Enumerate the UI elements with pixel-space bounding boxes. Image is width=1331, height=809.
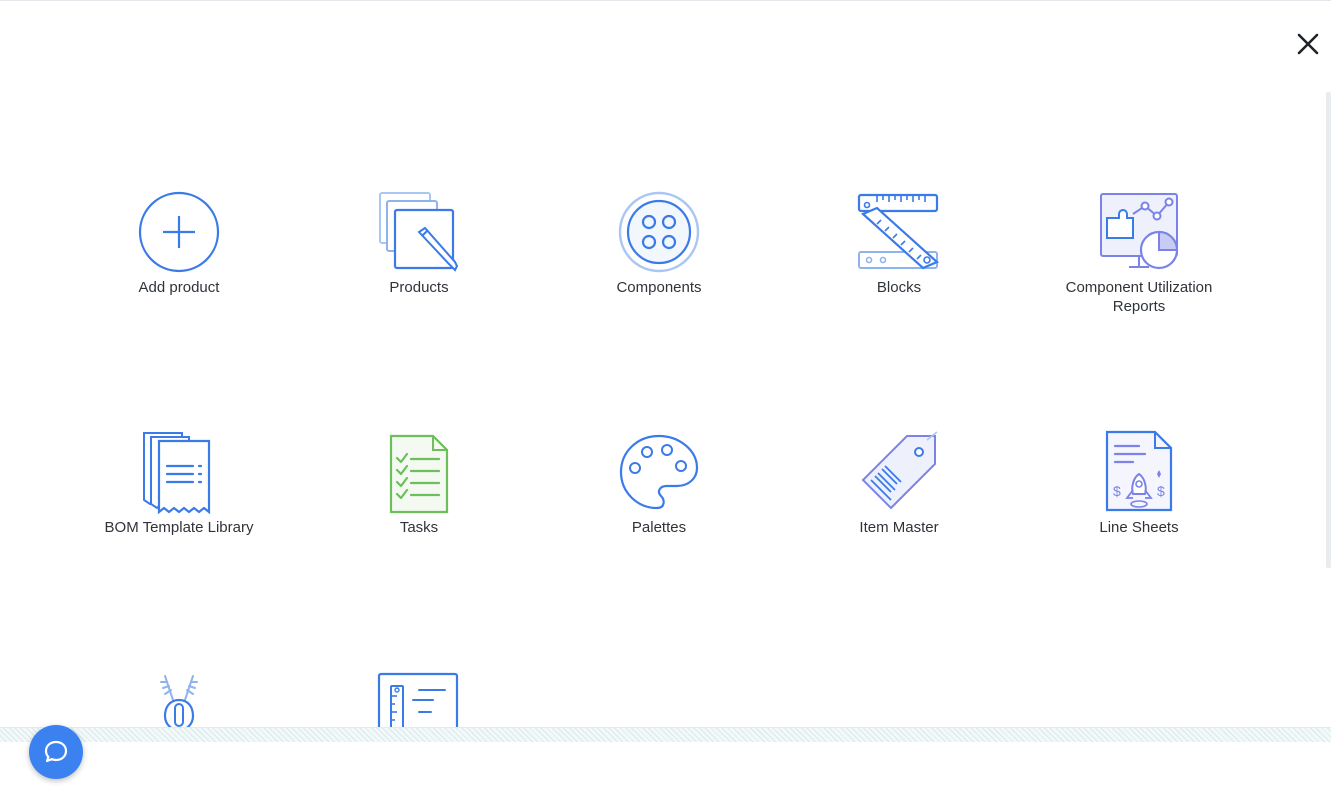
scrollbar[interactable] [1326, 92, 1331, 568]
add-circle-icon [138, 191, 220, 273]
tile-label: Line Sheets [1099, 519, 1179, 536]
tile-label: Add product [138, 279, 220, 296]
tile-line-sheets[interactable]: $ $ Line Sheets [1039, 430, 1239, 537]
svg-text:$: $ [1113, 483, 1121, 499]
tile-spec-sheet[interactable] [319, 670, 519, 727]
tile-palettes[interactable]: Palettes [559, 430, 759, 537]
barcode-tag-icon [861, 431, 938, 510]
task-checklist-icon [389, 434, 449, 514]
utilization-report-icon [1100, 193, 1179, 270]
rulers-icon [857, 193, 940, 270]
chat-widget-button[interactable] [29, 725, 83, 779]
bottom-divider [0, 727, 1331, 742]
module-grid: Add product Products Components Blocks C… [0, 0, 1326, 727]
tile-zipper[interactable] [79, 670, 279, 727]
close-button[interactable] [1294, 30, 1322, 58]
tile-label: Components [616, 279, 702, 296]
tile-label: Item Master [859, 519, 939, 536]
tile-components[interactable]: Components [559, 190, 759, 297]
tile-tasks[interactable]: Tasks [319, 430, 519, 537]
products-pencil-icon [379, 192, 459, 272]
tile-bom-template-library[interactable]: BOM Template Library [79, 430, 279, 537]
tile-label: Blocks [876, 279, 922, 296]
tile-label: Palettes [631, 519, 687, 536]
tile-label: BOM Template Library [104, 519, 254, 536]
tile-blocks[interactable]: Blocks [799, 190, 999, 297]
spec-sheet-icon [377, 672, 459, 727]
tile-products[interactable]: Products [319, 190, 519, 297]
components-button-icon [618, 191, 700, 273]
zipper-icon [160, 675, 198, 727]
tile-label: Tasks [399, 519, 439, 536]
line-sheet-icon: $ $ [1105, 430, 1173, 512]
chat-bubble-icon [44, 740, 68, 763]
palette-icon [619, 434, 699, 510]
svg-text:$: $ [1157, 483, 1165, 499]
tile-add-product[interactable]: Add product [79, 190, 279, 297]
close-icon [1297, 33, 1319, 55]
bom-template-icon [143, 432, 211, 514]
tile-component-utilization-reports[interactable]: Component Utilization Reports [1039, 190, 1239, 316]
tile-label: Component Utilization Reports [1065, 279, 1213, 315]
tile-item-master[interactable]: Item Master [799, 430, 999, 537]
tile-label: Products [389, 279, 449, 296]
